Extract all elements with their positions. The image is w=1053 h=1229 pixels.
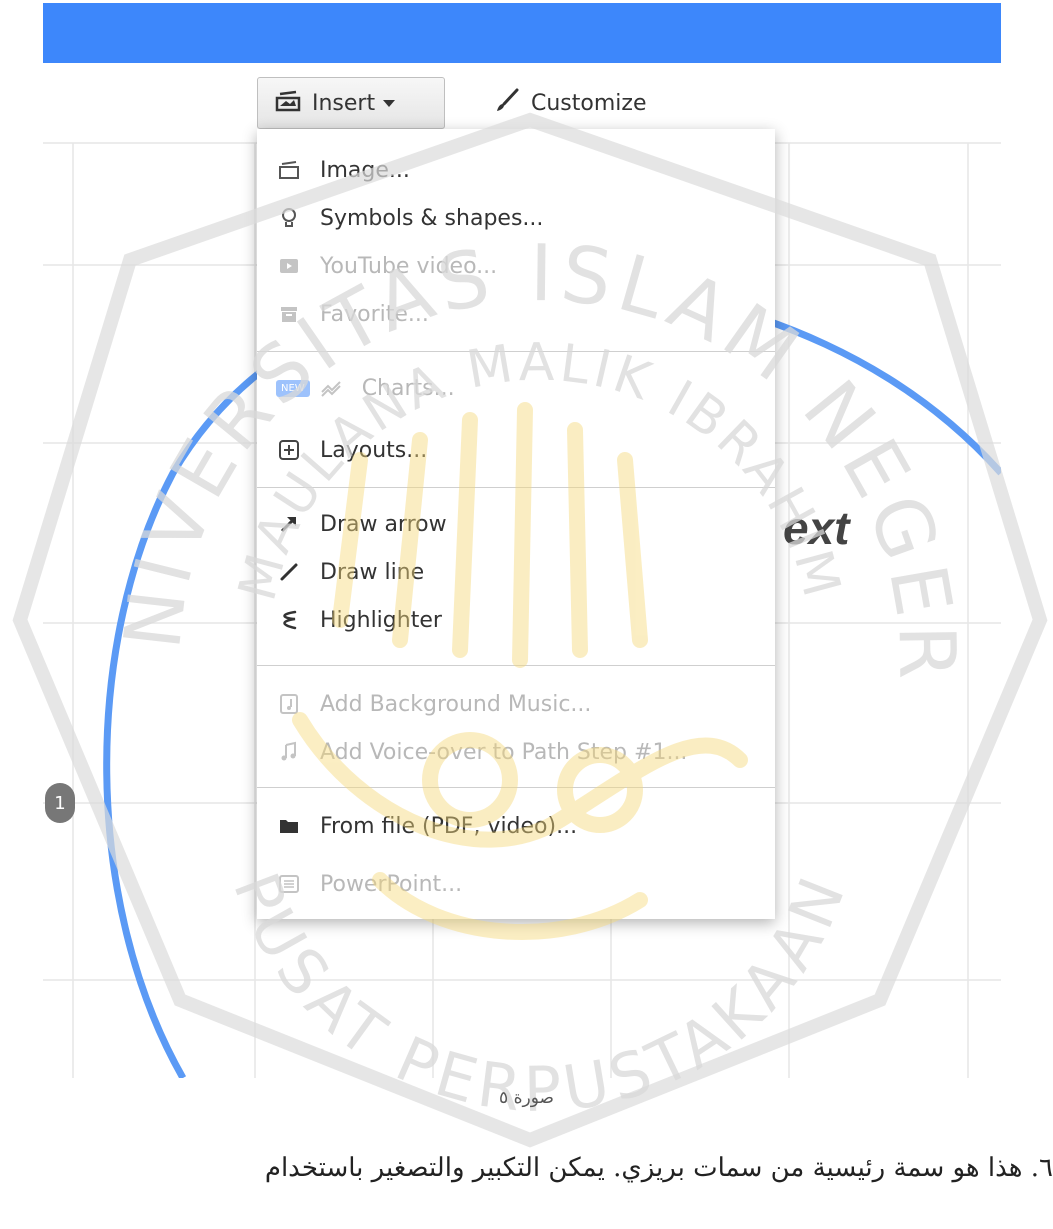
menu-item-label: Draw line bbox=[320, 559, 425, 585]
customize-button[interactable]: Customize bbox=[495, 83, 646, 123]
canvas-text-fragment[interactable]: ext bbox=[783, 501, 849, 555]
menu-item-favorite[interactable]: Favorite... bbox=[257, 291, 775, 337]
menu-item-charts[interactable]: NEW Charts... bbox=[257, 365, 775, 411]
menu-item-label: Layouts... bbox=[320, 437, 428, 463]
top-bar bbox=[43, 3, 1001, 63]
folder-icon bbox=[276, 813, 302, 839]
lightbulb-icon bbox=[276, 205, 302, 231]
menu-item-image[interactable]: Image... bbox=[257, 147, 775, 193]
menu-item-label: Image... bbox=[320, 157, 410, 183]
menu-item-label: YouTube video... bbox=[320, 253, 498, 279]
path-step-badge[interactable]: 1 bbox=[45, 783, 75, 823]
highlighter-icon bbox=[276, 607, 302, 633]
menu-divider bbox=[257, 487, 775, 488]
menu-item-label: Symbols & shapes... bbox=[320, 205, 544, 231]
chevron-down-icon bbox=[383, 99, 396, 107]
arrow-icon bbox=[276, 511, 302, 537]
customize-label: Customize bbox=[531, 90, 647, 116]
menu-item-draw-line[interactable]: Draw line bbox=[257, 549, 775, 595]
menu-item-label: Charts... bbox=[361, 375, 455, 401]
menu-item-youtube-video[interactable]: YouTube video... bbox=[257, 243, 775, 289]
menu-item-layouts[interactable]: Layouts... bbox=[257, 427, 775, 473]
menu-item-voice-over[interactable]: Add Voice-over to Path Step #1... bbox=[257, 729, 775, 775]
insert-label: Insert bbox=[312, 90, 376, 116]
menu-divider bbox=[257, 665, 775, 666]
line-icon bbox=[276, 559, 302, 585]
menu-item-from-file[interactable]: From file (PDF, video)... bbox=[257, 803, 775, 849]
new-badge: NEW bbox=[276, 379, 310, 397]
menu-item-label: Add Background Music... bbox=[320, 691, 592, 717]
menu-divider bbox=[257, 787, 775, 788]
insert-dropdown-menu: Image... Symbols & shapes... YouTube vid… bbox=[257, 129, 775, 919]
insert-button[interactable]: Insert bbox=[257, 77, 445, 129]
figure-caption: صورة ٥ bbox=[499, 1088, 554, 1108]
archive-icon bbox=[276, 301, 302, 327]
menu-item-symbols-shapes[interactable]: Symbols & shapes... bbox=[257, 195, 775, 241]
chart-icon bbox=[318, 375, 344, 401]
body-paragraph: ٦. هذا هو سمة رئيسية من سمات بريزي. يمكن… bbox=[264, 1153, 1053, 1183]
menu-item-label: Add Voice-over to Path Step #1... bbox=[320, 739, 688, 765]
menu-item-highlighter[interactable]: Highlighter bbox=[257, 597, 775, 643]
app-screenshot: ext 1 Insert Customize Image... Symbols … bbox=[43, 3, 1001, 1078]
menu-item-label: Draw arrow bbox=[320, 511, 447, 537]
menu-item-label: Favorite... bbox=[320, 301, 429, 327]
image-icon bbox=[276, 157, 302, 183]
music-note-icon bbox=[276, 739, 302, 765]
youtube-icon bbox=[276, 253, 302, 279]
menu-item-powerpoint[interactable]: PowerPoint... bbox=[257, 861, 775, 907]
menu-item-draw-arrow[interactable]: Draw arrow bbox=[257, 501, 775, 547]
menu-item-label: PowerPoint... bbox=[320, 871, 463, 897]
menu-item-label: Highlighter bbox=[320, 607, 442, 633]
brush-icon bbox=[495, 87, 521, 119]
powerpoint-icon bbox=[276, 871, 302, 897]
menu-item-background-music[interactable]: Add Background Music... bbox=[257, 681, 775, 727]
music-file-icon bbox=[276, 691, 302, 717]
insert-image-icon bbox=[274, 88, 302, 118]
plus-square-icon bbox=[276, 437, 302, 463]
menu-item-label: From file (PDF, video)... bbox=[320, 813, 578, 839]
menu-divider bbox=[257, 351, 775, 352]
